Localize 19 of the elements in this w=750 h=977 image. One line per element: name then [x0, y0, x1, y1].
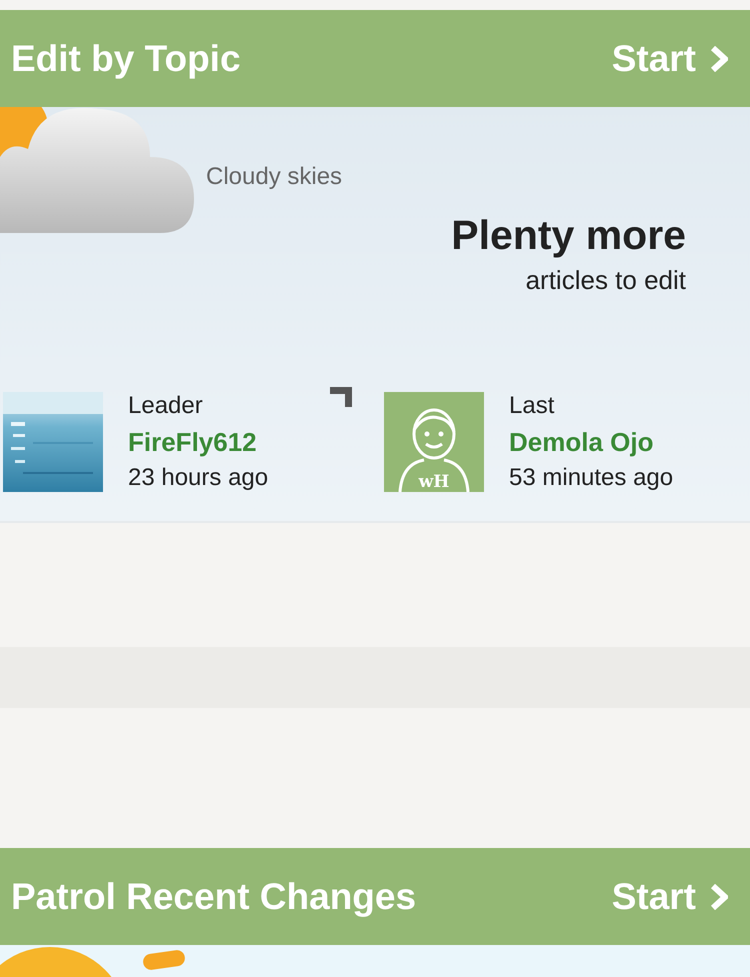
chevron-icon — [710, 46, 728, 72]
section-title: Patrol Recent Changes — [11, 876, 416, 918]
chevron-icon — [710, 884, 728, 910]
timestamp: 23 hours ago — [128, 463, 268, 493]
subline: articles to edit — [526, 265, 686, 296]
timestamp: 53 minutes ago — [509, 463, 674, 493]
user-link[interactable]: FireFly612 — [128, 424, 268, 460]
weather-label: Cloudy skies — [206, 163, 342, 192]
corner-icon — [330, 387, 352, 407]
section-title: Edit by Topic — [11, 38, 241, 80]
start-link[interactable]: Start — [612, 38, 728, 80]
cloud-icon — [0, 107, 194, 235]
start-link[interactable]: Start — [612, 876, 728, 918]
stat-label: Leader — [128, 391, 204, 421]
user-link[interactable]: Demola Ojo — [509, 424, 674, 460]
avatar-icon — [384, 392, 484, 492]
headline: Plenty more — [451, 211, 686, 260]
avatar-label: wH — [418, 472, 450, 492]
stat-label: Last — [509, 391, 556, 421]
